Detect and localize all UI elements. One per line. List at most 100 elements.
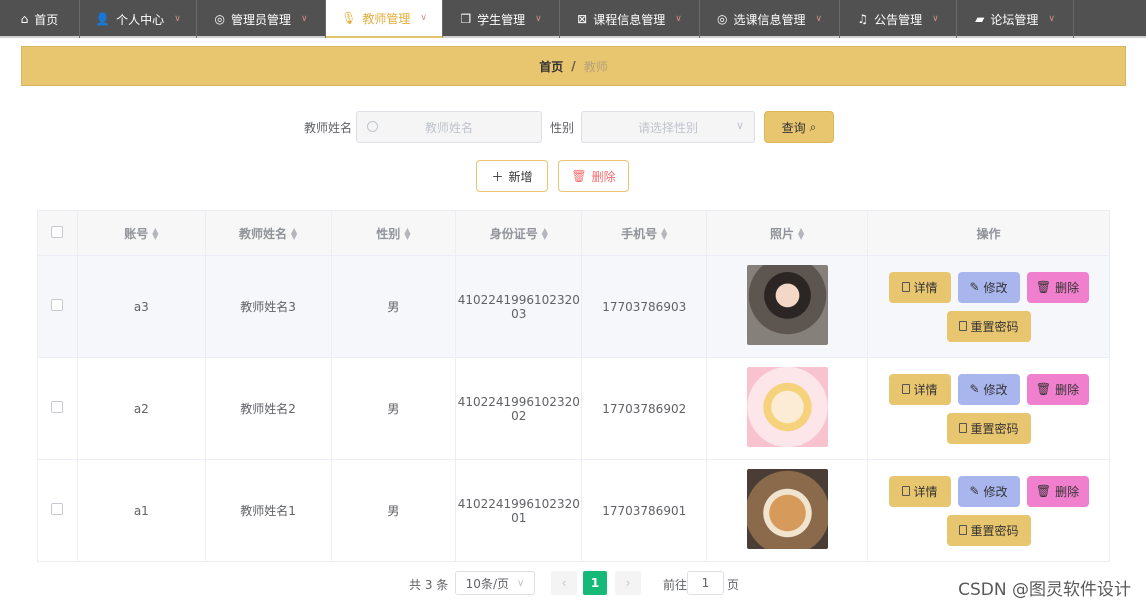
delete-button[interactable]: 🗑 删除 [1026, 373, 1089, 405]
delete-button[interactable]: 🗑 删除 [1026, 475, 1089, 507]
document-icon [958, 525, 967, 535]
row-checkbox[interactable] [51, 401, 64, 413]
batch-delete-button[interactable]: 🗑 删除 [558, 160, 629, 192]
user-icon: 👤 [95, 12, 111, 26]
box-icon: ⊠ [577, 12, 588, 26]
chevron-down-icon: ∨ [517, 577, 525, 589]
select-all-checkbox[interactable] [51, 225, 64, 238]
edit-button[interactable]: ✎ 修改 [957, 475, 1020, 507]
nav-item-label: 教师管理 [362, 11, 411, 26]
nav-item-label: 课程信息管理 [593, 12, 666, 27]
document-icon [958, 321, 967, 331]
nav-item-teacher[interactable]: 🎙 教师管理 ∨ [326, 0, 443, 38]
query-button[interactable]: 查询 ⌕ [764, 111, 834, 143]
idcard-part: 4102241996102320 [457, 292, 580, 307]
page-size-select[interactable]: 10条/页 ∨ [455, 571, 535, 595]
breadcrumb-home[interactable]: 首页 [539, 58, 563, 75]
goto-page-input[interactable]: 1 [687, 571, 724, 595]
nav-item-label: 论坛管理 [990, 12, 1039, 27]
header-phone[interactable]: 手机号 ▲ ▼ [581, 210, 708, 256]
cell-photo [706, 255, 869, 358]
nav-item-student[interactable]: ❐ 学生管理 ∨ [443, 0, 560, 38]
search-icon [367, 121, 378, 132]
nav-item-home[interactable]: ⌂ 首页 [0, 0, 80, 38]
nav-item-notice[interactable]: ♫ 公告管理 ∨ [840, 0, 957, 38]
delete-button[interactable]: 🗑 删除 [1026, 271, 1089, 303]
sort-icon[interactable]: ▲ ▼ [542, 227, 548, 241]
compass-icon: ◎ [214, 12, 225, 26]
page-suffix: 页 [727, 578, 740, 592]
edit-label: 修改 [983, 382, 1008, 397]
detail-button[interactable]: 详情 [888, 475, 951, 507]
document-icon [901, 282, 910, 292]
goto-label: 前往 [663, 578, 688, 592]
chevron-right-icon: › [625, 576, 631, 590]
next-page-button[interactable]: › [615, 571, 641, 595]
chevron-down-icon: ∨ [300, 14, 308, 24]
nav-item-label: 首页 [34, 12, 59, 27]
edit-button[interactable]: ✎ 修改 [957, 271, 1020, 303]
sort-icon[interactable]: ▲ ▼ [404, 227, 410, 241]
chevron-down-icon: ∨ [735, 119, 744, 132]
breadcrumb-current: 教师 [583, 59, 608, 74]
header-name[interactable]: 教师姓名 ▲ ▼ [204, 210, 332, 256]
page-number-active[interactable]: 1 [583, 571, 607, 595]
cell-name: 教师姓名1 [204, 459, 332, 562]
row-checkbox[interactable] [51, 503, 64, 515]
gender-select[interactable]: 请选择性别 ∨ [581, 111, 755, 143]
prev-page-button[interactable]: ‹ [551, 571, 577, 595]
delete-label: 删除 [1055, 382, 1080, 397]
header-label: 性别 [376, 226, 401, 241]
trash-icon: 🗑 [1035, 484, 1052, 498]
idcard-part: 02 [511, 408, 527, 423]
sort-icon[interactable]: ▲ ▼ [661, 227, 667, 241]
header-idcard[interactable]: 身份证号 ▲ ▼ [455, 210, 583, 256]
cell-idcard: 4102241996102320 01 [455, 459, 583, 562]
chevron-down-icon: ∨ [815, 14, 823, 24]
sort-icon[interactable]: ▲ ▼ [291, 227, 297, 241]
reset-password-button[interactable]: 重置密码 [946, 310, 1031, 342]
nav-item-profile[interactable]: 👤 个人中心 ∨ [80, 0, 197, 38]
copy-icon: ❐ [460, 12, 472, 26]
trash-icon: 🗑 [571, 169, 587, 183]
name-search-input[interactable]: 教师姓名 [356, 111, 542, 143]
table-header-row: 账号 ▲ ▼ 教师姓名 ▲ ▼ 性别 ▲ ▼ 身份证号 ▲ ▼ 手机号 ▲ ▼ 照片 ▲ ▼ 操作 [37, 210, 1110, 256]
header-photo[interactable]: 照片 ▲ ▼ [706, 210, 869, 256]
chevron-down-icon: ∨ [1048, 14, 1055, 24]
detail-button[interactable]: 详情 [888, 373, 951, 405]
detail-label: 详情 [913, 484, 938, 499]
sort-icon[interactable]: ▲ ▼ [152, 227, 158, 241]
sort-icon[interactable]: ▲ ▼ [798, 227, 804, 241]
search-icon: ⌕ [809, 119, 817, 134]
select-all-cell[interactable] [37, 210, 78, 256]
document-icon [901, 384, 910, 394]
cell-gender: 男 [330, 459, 457, 562]
reset-password-button[interactable]: 重置密码 [946, 514, 1031, 546]
chevron-down-icon: ∨ [420, 13, 427, 23]
breadcrumb: 首页 / 教师 [21, 46, 1126, 86]
cell-gender: 男 [330, 255, 457, 358]
header-gender[interactable]: 性别 ▲ ▼ [330, 210, 457, 256]
header-label: 教师姓名 [239, 226, 288, 241]
edit-label: 修改 [983, 484, 1008, 499]
cell-name: 教师姓名2 [204, 357, 332, 460]
name-label: 教师姓名 [304, 121, 353, 135]
detail-button[interactable]: 详情 [888, 271, 951, 303]
cell-photo [706, 459, 869, 562]
total-count: 共 3 条 [409, 578, 449, 592]
nav-item-forum[interactable]: ▰ 论坛管理 ∨ [957, 0, 1074, 38]
cell-account: a2 [76, 357, 206, 460]
cell-photo [706, 357, 869, 460]
nav-item-admin[interactable]: ◎ 管理员管理 ∨ [197, 0, 326, 38]
row-checkbox[interactable] [51, 299, 64, 311]
header-account[interactable]: 账号 ▲ ▼ [76, 210, 206, 256]
header-label: 操作 [976, 226, 1001, 241]
edit-button[interactable]: ✎ 修改 [957, 373, 1020, 405]
nav-item-course[interactable]: ⊠ 课程信息管理 ∨ [560, 0, 700, 38]
add-button[interactable]: ＋ 新增 [476, 160, 548, 192]
chevron-left-icon: ‹ [561, 576, 567, 590]
nav-item-selection[interactable]: ◎ 选课信息管理 ∨ [700, 0, 840, 38]
reset-password-button[interactable]: 重置密码 [946, 412, 1031, 444]
plus-icon: ＋ [491, 169, 504, 184]
header-label: 手机号 [621, 226, 658, 241]
